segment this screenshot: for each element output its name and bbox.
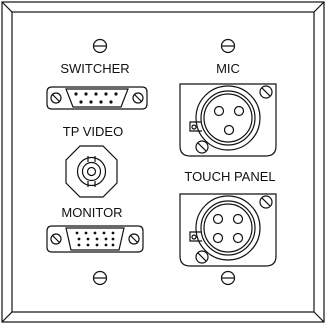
mount-screw-icon bbox=[220, 270, 236, 286]
mic-label: MIC bbox=[216, 61, 240, 76]
wall-plate-drawing bbox=[1, 1, 325, 323]
xlr-3pin-connector-icon bbox=[179, 83, 277, 157]
touch-panel-label: TOUCH PANEL bbox=[184, 169, 276, 184]
tp-video-label: TP VIDEO bbox=[62, 124, 124, 139]
mount-screw-icon bbox=[92, 270, 108, 286]
monitor-label: MONITOR bbox=[61, 205, 123, 220]
xlr-4pin-connector-icon bbox=[179, 193, 277, 267]
plate-frame bbox=[1, 1, 325, 323]
wall-plate-diagram: SWITCHER TP VIDEO MONITOR MIC TOUCH PANE… bbox=[0, 0, 326, 324]
bnc-connector-icon bbox=[65, 145, 118, 198]
mount-screw-icon bbox=[92, 38, 108, 54]
mount-screw-icon bbox=[220, 38, 236, 54]
hd15-vga-connector-icon bbox=[46, 225, 144, 253]
db9-connector-icon bbox=[46, 86, 148, 110]
switcher-label: SWITCHER bbox=[60, 61, 130, 76]
